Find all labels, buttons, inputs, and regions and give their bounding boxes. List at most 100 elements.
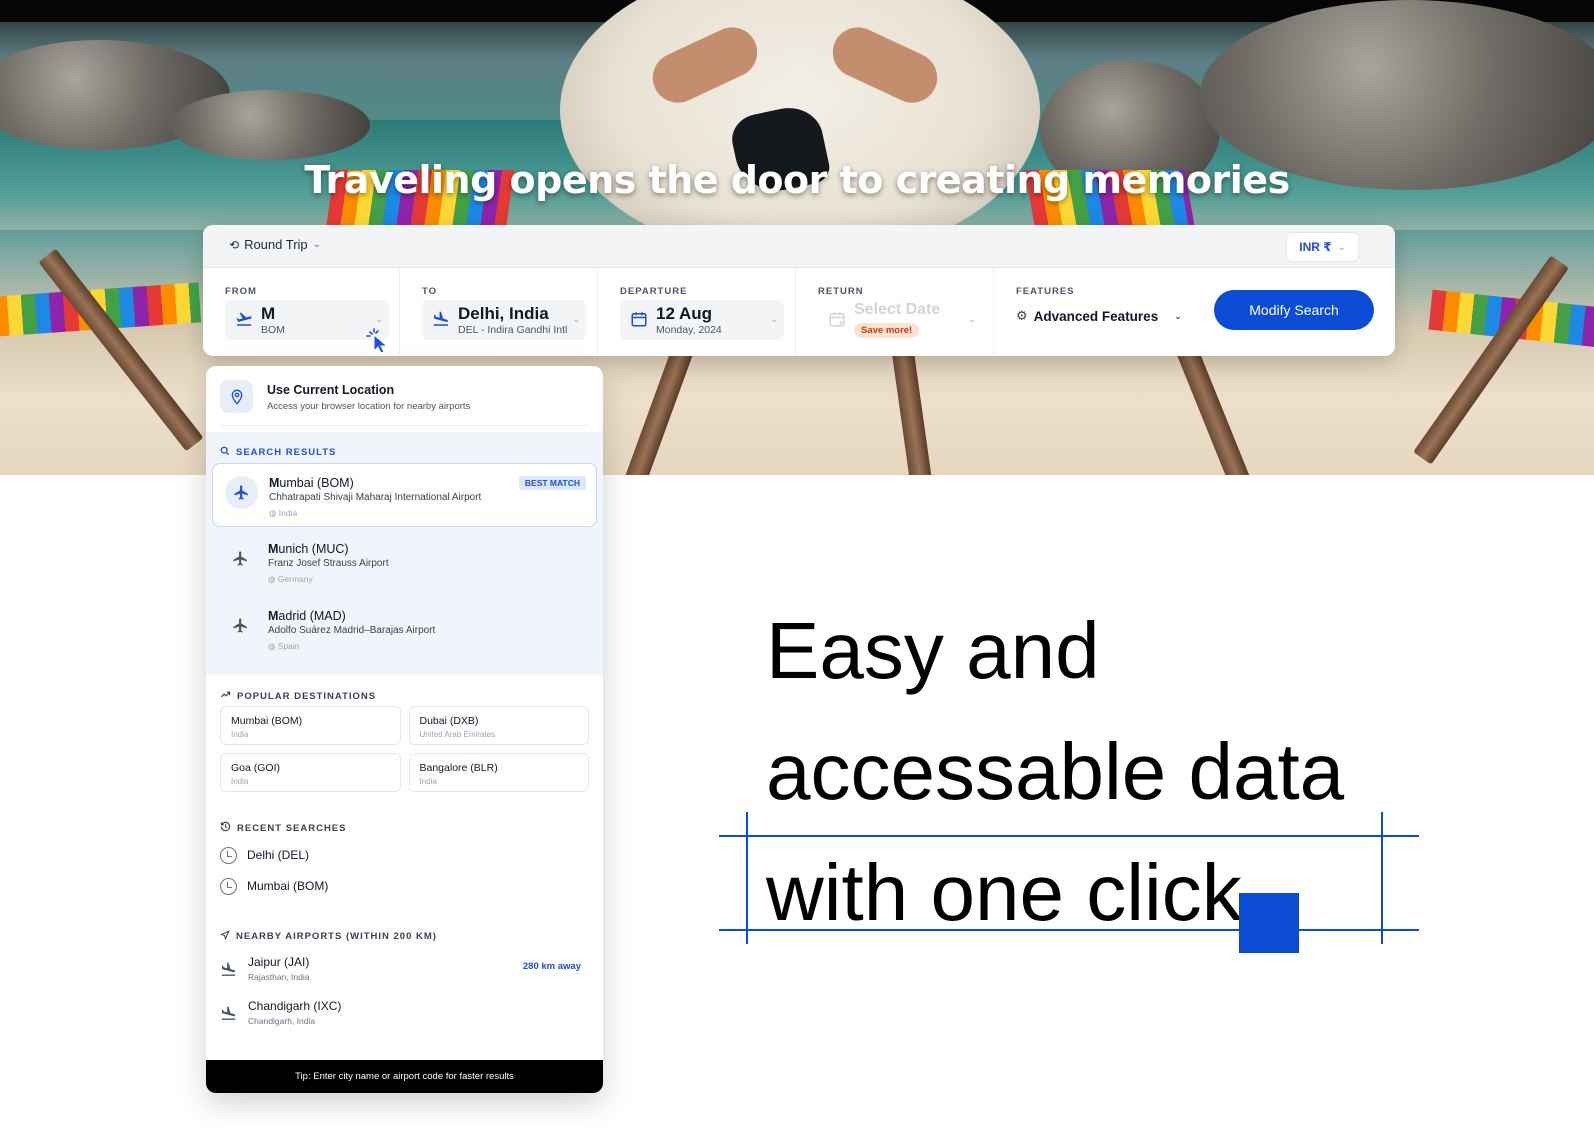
- calendar-icon: [630, 310, 648, 328]
- use-current-location[interactable]: Use Current Location Access your browser…: [220, 372, 589, 426]
- popular-name: Mumbai (BOM): [231, 715, 303, 727]
- result-item[interactable]: Madrid (MAD) Adolfo Suárez Madrid–Baraja…: [212, 597, 597, 661]
- result-rest: unich (MUC): [278, 542, 349, 556]
- from-code: BOM: [261, 324, 285, 336]
- airport-suggestions-dropdown: Use Current Location Access your browser…: [206, 366, 603, 1093]
- nearby-distance: 280 km away: [522, 961, 581, 972]
- plane-landing-icon: [220, 1005, 237, 1025]
- from-value: M: [261, 304, 276, 323]
- popular-destinations-title: POPULAR DESTINATIONS: [220, 689, 376, 703]
- result-country-label: Germany: [277, 574, 313, 584]
- search-icon: [220, 446, 230, 459]
- search-card-header: ⟲ Round Trip ⌄ INR ₹ ⌄: [203, 225, 1395, 268]
- departure-date-input[interactable]: 12 Aug Monday, 2024 ⌄: [620, 300, 784, 340]
- advanced-features-label: Advanced Features: [1033, 308, 1159, 324]
- plane-icon: [224, 609, 257, 642]
- headline-line-2: accessable data: [766, 727, 1345, 816]
- advanced-features-dropdown[interactable]: ⚙ Advanced Features ⌄: [1016, 308, 1182, 324]
- recent-item[interactable]: Delhi (DEL): [220, 844, 309, 866]
- nearby-airports-title: NEARBY AIRPORTS (WITHIN 200 KM): [219, 930, 437, 943]
- nearby-item[interactable]: Chandigarh (IXC) Chandigarh, India: [220, 999, 589, 1033]
- currency-selector[interactable]: INR ₹ ⌄: [1286, 232, 1359, 262]
- recent-item[interactable]: Mumbai (BOM): [220, 875, 328, 897]
- result-item[interactable]: Mumbai (BOM) Chhatrapati Shivaji Maharaj…: [212, 463, 597, 527]
- result-airport: Chhatrapati Shivaji Maharaj Internationa…: [269, 492, 482, 503]
- result-name: Munich (MUC): [268, 542, 349, 556]
- nearby-item[interactable]: Jaipur (JAI) Rajasthan, India 280 km awa…: [220, 955, 589, 989]
- hero-title: Traveling opens the door to creating mem…: [304, 158, 1290, 202]
- to-input[interactable]: Delhi, India DEL - Indira Gandhi Intl ⌄: [422, 300, 586, 340]
- result-airport: Franz Josef Strauss Airport: [268, 558, 389, 569]
- return-date-input[interactable]: Select Date Save more! ⌄: [818, 300, 982, 340]
- selection-guide-right: [1381, 812, 1383, 944]
- plane-landing-icon: [220, 961, 237, 981]
- selection-handle: [1239, 893, 1299, 953]
- to-detail: DEL - Indira Gandhi Intl: [458, 324, 568, 336]
- calendar-add-icon: [828, 310, 846, 328]
- result-item[interactable]: Munich (MUC) Franz Josef Strauss Airport…: [212, 530, 597, 594]
- result-country: ◍ India: [269, 508, 298, 518]
- history-icon: [220, 821, 231, 835]
- popular-country: United Arab Emirates: [419, 730, 496, 739]
- trip-type-dropdown[interactable]: ⟲ Round Trip ⌄: [229, 237, 321, 252]
- from-label: FROM: [225, 286, 257, 297]
- to-value: Delhi, India: [458, 304, 549, 323]
- clock-icon: [220, 846, 237, 864]
- trip-type-label: Round Trip: [244, 237, 308, 252]
- plane-icon: [224, 542, 257, 575]
- selection-guide-left: [746, 812, 748, 944]
- chevron-down-icon: ⌄: [770, 314, 778, 324]
- plane-landing-icon: [432, 310, 450, 328]
- popular-country: India: [231, 730, 249, 739]
- popular-destinations-label: POPULAR DESTINATIONS: [237, 690, 377, 702]
- hero-chair-leg: [38, 248, 204, 452]
- result-name: Madrid (MAD): [268, 609, 346, 623]
- popular-name: Bangalore (BLR): [419, 762, 498, 774]
- location-pin-icon: [220, 380, 253, 413]
- result-match: M: [268, 609, 279, 623]
- from-input[interactable]: M BOM ⌄: [225, 300, 389, 340]
- gear-icon: ⚙: [1016, 308, 1028, 323]
- chevron-down-icon: ⌄: [968, 314, 976, 324]
- search-results-label: SEARCH RESULTS: [236, 447, 337, 458]
- result-match: M: [268, 542, 279, 556]
- departure-label: DEPARTURE: [620, 286, 688, 297]
- trending-icon: [220, 689, 231, 703]
- nearby-name: Chandigarh (IXC): [248, 999, 342, 1013]
- search-results-title: SEARCH RESULTS: [220, 446, 336, 459]
- nearby-name: Jaipur (JAI): [248, 955, 310, 969]
- recent-label: Delhi (DEL): [247, 848, 310, 862]
- popular-item[interactable]: Mumbai (BOM) India: [220, 706, 401, 745]
- clock-icon: [220, 877, 237, 895]
- departure-value: 12 Aug: [656, 304, 713, 323]
- nearby-location: Rajasthan, India: [248, 972, 310, 982]
- popular-item[interactable]: Goa (GOI) India: [220, 753, 401, 792]
- currency-label: INR ₹: [1299, 240, 1332, 254]
- hero-rock: [170, 90, 370, 160]
- nearby-location: Chandigarh, India: [248, 1016, 316, 1026]
- chevron-down-icon: ⌄: [572, 314, 580, 324]
- departure-field: DEPARTURE 12 Aug Monday, 2024 ⌄: [598, 268, 796, 356]
- popular-item[interactable]: Bangalore (BLR) India: [408, 753, 589, 792]
- nearby-airports-label: NEARBY AIRPORTS (WITHIN 200 KM): [236, 931, 437, 942]
- tip-footer: Tip: Enter city name or airport code for…: [206, 1060, 603, 1093]
- popular-country: India: [231, 777, 249, 786]
- result-name: Mumbai (BOM): [269, 476, 354, 490]
- modify-search-button[interactable]: Modify Search: [1214, 290, 1374, 330]
- to-field: TO Delhi, India DEL - Indira Gandhi Intl…: [400, 268, 598, 356]
- chevron-down-icon: ⌄: [312, 239, 322, 250]
- result-rest: umbai (BOM): [279, 476, 354, 490]
- departure-detail: Monday, 2024: [656, 324, 722, 336]
- selection-guide-bottom: [719, 929, 1419, 931]
- popular-item[interactable]: Dubai (DXB) United Arab Emirates: [408, 706, 589, 745]
- result-country-label: India: [278, 508, 298, 518]
- to-label: TO: [422, 286, 438, 297]
- result-rest: adrid (MAD): [278, 609, 346, 623]
- popular-name: Dubai (DXB): [419, 715, 479, 727]
- plane-icon: [225, 476, 258, 509]
- chevron-down-icon: ⌄: [375, 314, 383, 324]
- save-more-badge: Save more!: [854, 323, 920, 338]
- recent-label: Mumbai (BOM): [247, 879, 329, 893]
- headline-line-1: Easy and: [766, 606, 1100, 695]
- recent-searches-label: RECENT SEARCHES: [237, 822, 347, 834]
